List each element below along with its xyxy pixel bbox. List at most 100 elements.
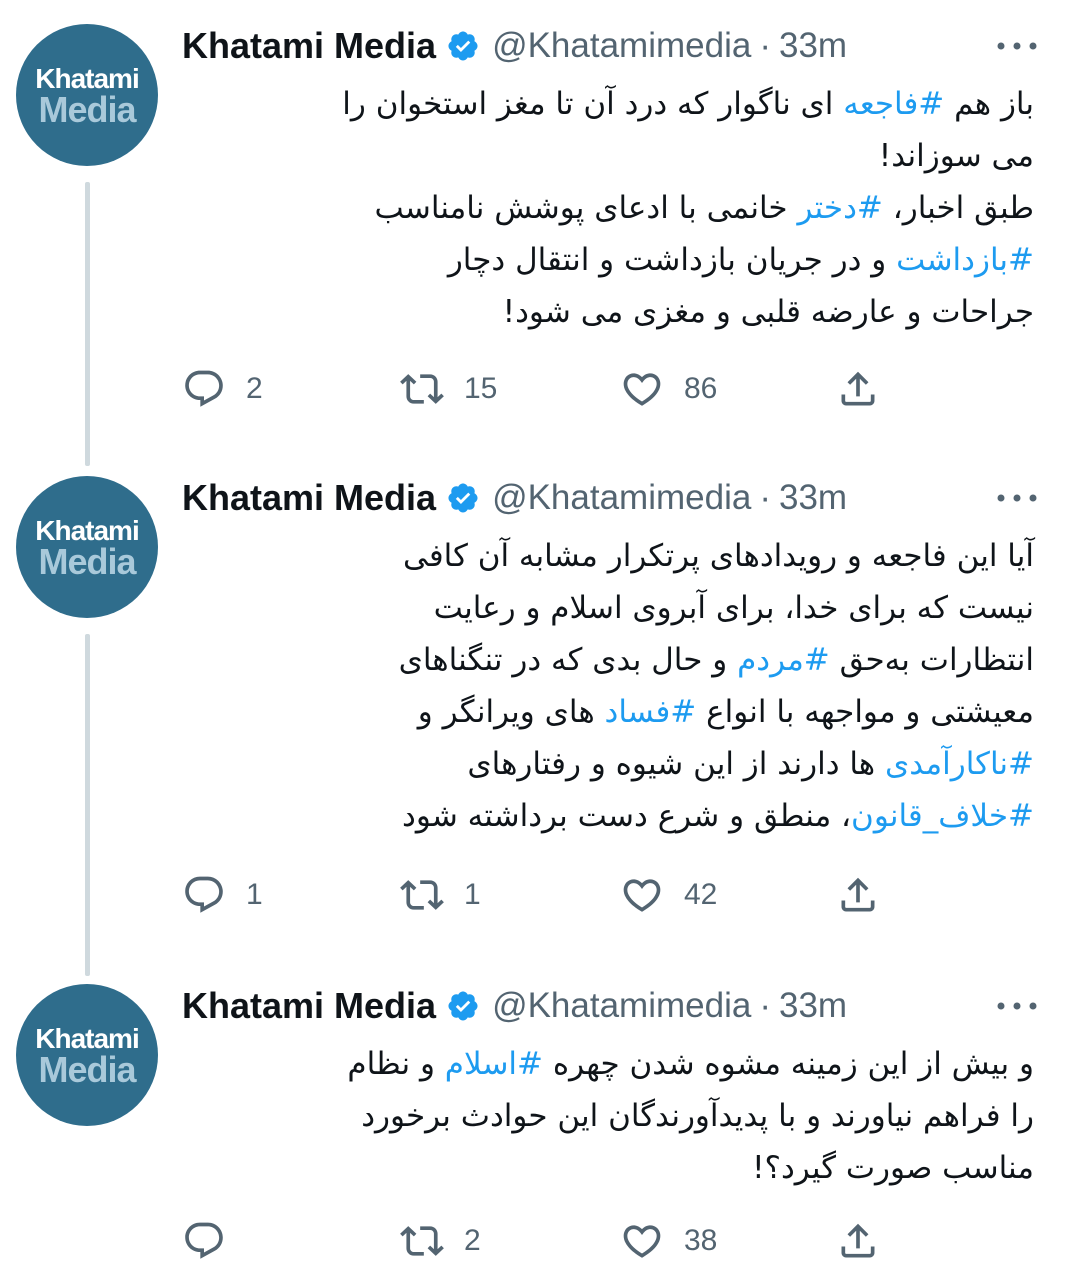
tweet-text-line: نیست که برای خدا، برای آبروی اسلام و رعا… [182,582,1034,634]
reply-icon [185,876,223,913]
retweet-count: 2 [464,1224,481,1257]
tweet-text-segment: های ویرانگر و [417,694,605,730]
author-handle[interactable]: @Khatamimedia [492,478,751,518]
heart-icon [623,879,661,912]
tweet-text-line: #ناکارآمدی ها دارند از این شیوه و رفتاره… [182,738,1034,790]
tweet-text-line: باز هم #فاجعه ای ناگوار که درد آن تا مغز… [182,78,1034,130]
tweet-text-segment: ها دارند از این شیوه و رفتارهای [467,746,886,782]
tweet-text-segment: آیا این فاجعه و رویدادهای پرتکرار مشابه … [402,538,1034,574]
avatar-logo-line2: Media [38,540,136,582]
retweet-count: 1 [464,878,481,911]
tweet-text-segment: طبق اخبار، [882,190,1034,226]
like-count: 42 [684,878,718,911]
tweet-text-line: مناسب صورت گیرد؟! [182,1142,1034,1194]
more-options-icon[interactable] [992,36,1042,56]
author-avatar[interactable]: Khatami Media [16,476,158,618]
share-button[interactable] [836,870,880,920]
retweet-button[interactable]: 1 [400,870,481,920]
tweet-text-segment: ای ناگوار که درد آن تا مغز استخوان را [342,86,844,122]
tweet-text-segment: باز هم [944,86,1034,122]
tweet-text-line: آیا این فاجعه و رویدادهای پرتکرار مشابه … [182,530,1034,582]
retweet-icon [400,374,444,404]
tweet-text-segment: معیشتی و مواجهه با انواع [696,694,1034,730]
tweet-header: Khatami Media @Khatamimedia · 33m [182,476,1042,520]
tweet-text-segment: و بیش از این زمینه مشوه شدن چهره [543,1046,1034,1082]
reply-count: 2 [246,372,263,405]
retweet-icon [400,1226,444,1256]
retweet-button[interactable]: 15 [400,364,497,414]
tweet-text-line: طبق اخبار، #دختر خانمی با ادعای پوشش نام… [182,182,1034,234]
verified-badge-icon [448,31,478,61]
thread-connector-line [85,182,90,466]
tweet-text-line: معیشتی و مواجهه با انواع #فساد های ویران… [182,686,1034,738]
tweet-text-segment: نیست که برای خدا، برای آبروی اسلام و رعا… [433,590,1034,626]
tweet-text-segment: ، منطق و شرع دست برداشته شود [402,798,852,834]
tweet-text-segment: و در جریان بازداشت و انتقال دچار [447,242,897,278]
tweet-text-segment: انتظارات به‌حق [829,642,1034,678]
author-avatar[interactable]: Khatami Media [16,24,158,166]
share-button[interactable] [836,1216,880,1266]
hashtag-link[interactable]: #فساد [605,694,697,730]
author-avatar[interactable]: Khatami Media [16,984,158,1126]
reply-button[interactable]: 2 [182,364,263,414]
like-button[interactable]: 38 [620,1216,717,1266]
author-name[interactable]: Khatami Media [182,477,436,519]
author-name[interactable]: Khatami Media [182,985,436,1027]
reply-icon [185,1222,223,1259]
share-icon [841,877,875,912]
hashtag-link[interactable]: #ناکارآمدی [885,746,1034,782]
tweet-header: Khatami Media @Khatamimedia · 33m [182,24,1042,68]
tweet-text-segment: مناسب صورت گیرد؟! [752,1150,1034,1186]
separator-dot: · [759,26,771,65]
reply-button[interactable]: 1 [182,870,263,920]
tweet-text-segment: می سوزاند! [878,138,1034,174]
tweet-text-segment: خانمی با ادعای پوشش نامناسب [374,190,798,226]
tweet-text-segment: را فراهم نیاورند و با پدیدآورندگان این ح… [361,1098,1034,1134]
tweet-actions: 1 1 42 [182,870,902,920]
author-handle[interactable]: @Khatamimedia [492,26,751,66]
tweet-timestamp[interactable]: 33m [779,26,847,66]
tweet-text-line: و بیش از این زمینه مشوه شدن چهره #اسلام … [182,1038,1034,1090]
more-options-icon[interactable] [992,996,1042,1016]
tweet-timestamp[interactable]: 33m [779,986,847,1026]
tweet-timestamp[interactable]: 33m [779,478,847,518]
avatar-logo-line2: Media [38,88,136,130]
reply-button[interactable] [182,1216,246,1266]
thread-connector-line [85,634,90,976]
hashtag-link[interactable]: #مردم [737,642,830,678]
hashtag-link[interactable]: #فاجعه [843,86,944,122]
like-count: 38 [684,1224,718,1257]
hashtag-link[interactable]: #اسلام [445,1046,543,1082]
more-options-icon[interactable] [992,488,1042,508]
heart-icon [623,373,661,406]
share-button[interactable] [836,364,880,414]
tweet-header: Khatami Media @Khatamimedia · 33m [182,984,1042,1028]
hashtag-link[interactable]: #خلاف_قانون [851,798,1034,834]
tweet-text: باز هم #فاجعه ای ناگوار که درد آن تا مغز… [182,78,1034,338]
heart-icon [623,1225,661,1258]
reply-count: 1 [246,878,263,911]
reply-icon [185,370,223,407]
tweet-actions: 2 38 [182,1216,902,1266]
hashtag-link[interactable]: #دختر [797,190,882,226]
avatar-logo-line2: Media [38,1048,136,1090]
hashtag-link[interactable]: #بازداشت [896,242,1034,278]
share-icon [841,371,875,406]
separator-dot: · [759,478,771,517]
tweet-text-line: #خلاف_قانون، منطق و شرع دست برداشته شود [182,790,1034,842]
tweet-text: و بیش از این زمینه مشوه شدن چهره #اسلام … [182,1038,1034,1194]
tweet-text-line: را فراهم نیاورند و با پدیدآورندگان این ح… [182,1090,1034,1142]
like-button[interactable]: 42 [620,870,717,920]
author-handle[interactable]: @Khatamimedia [492,986,751,1026]
tweet-text-segment: جراحات و عارضه قلبی و مغزی می شود! [502,294,1034,330]
author-name[interactable]: Khatami Media [182,25,436,67]
like-button[interactable]: 86 [620,364,717,414]
tweet-text: آیا این فاجعه و رویدادهای پرتکرار مشابه … [182,530,1034,842]
tweet-text-line: جراحات و عارضه قلبی و مغزی می شود! [182,286,1034,338]
retweet-button[interactable]: 2 [400,1216,481,1266]
tweet-text-segment: و نظام [347,1046,445,1082]
tweet-text-line: #بازداشت و در جریان بازداشت و انتقال دچا… [182,234,1034,286]
share-icon [841,1223,875,1258]
verified-badge-icon [448,991,478,1021]
like-count: 86 [684,372,718,405]
